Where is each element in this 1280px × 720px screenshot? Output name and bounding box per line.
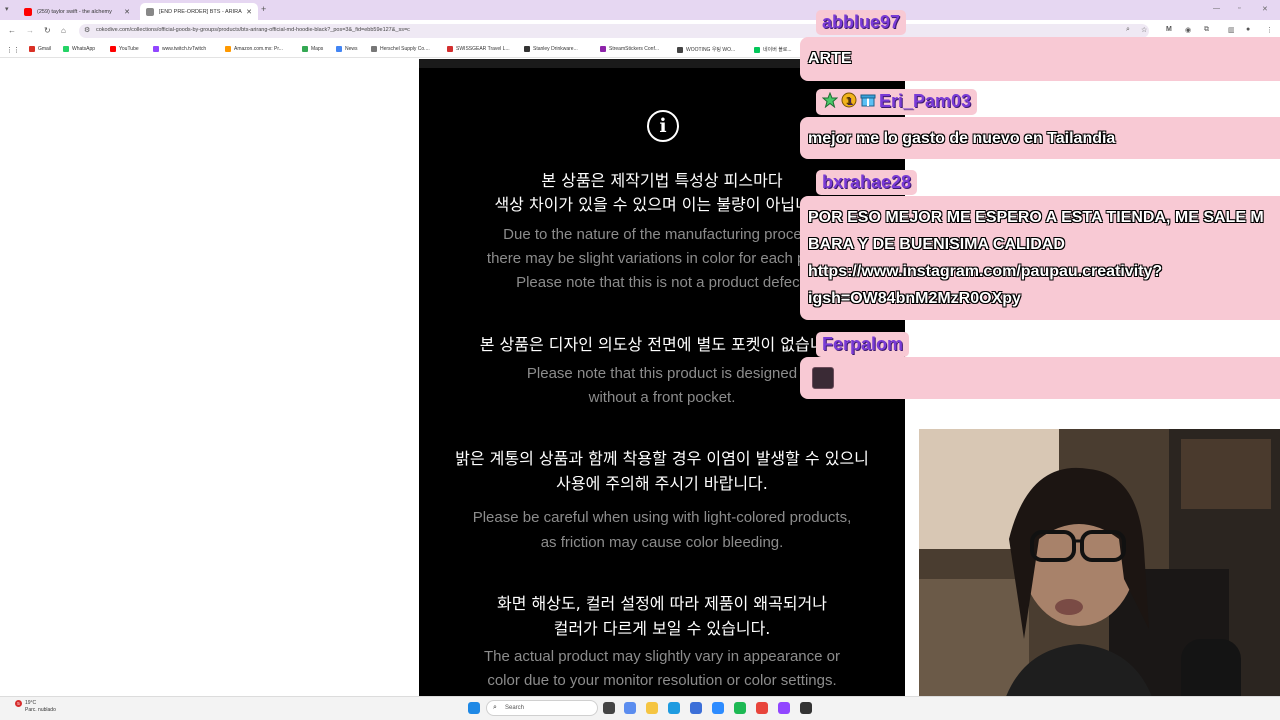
chat-message-text: POR ESO MEJOR ME ESPERO A ESTA TIENDA, M… [808,209,1264,226]
bookmark-herschel[interactable]: Herschel Supply Co.... [371,46,430,52]
taskbar-search-input[interactable]: ⌕ Search [486,700,598,716]
notice-ko-4a: 화면 해상도, 컬러 설정에 따라 제품이 왜곡되거나 [496,594,827,613]
bits-badge-icon: 1 [841,92,857,113]
spotify-icon[interactable] [734,702,746,714]
notice-en-3b: as friction may cause color bleeding. [540,534,784,551]
bookmark-naver-blog[interactable]: 네이버 블로... [754,46,792,53]
chat-username: Eri_Pam03 [879,91,972,111]
file-explorer-icon[interactable] [646,702,658,714]
screen: ▾ (259) taylor swift - the alchemy ✕ [EN… [0,0,1280,720]
chat-message [800,357,1280,399]
store-icon[interactable] [690,702,702,714]
chat-message: ARTE [800,37,1280,81]
chat-username: bxrahae28 [816,170,918,195]
chat-message: mejor me lo gasto de nuevo en Tailandia [800,117,1280,159]
apps-grid-icon[interactable]: ⋮⋮ [6,46,20,54]
chat-message-text: BARA Y DE BUENISIMA CALIDAD [808,236,1065,253]
windows-start-icon[interactable] [468,702,480,714]
stream-chat-overlay: ARTE abblue97 mejor me lo gasto de nuevo… [800,0,1280,410]
weather-widget[interactable]: 19°C Parc. nublado [25,700,56,714]
notice-ko-4b: 컬러가 다르게 보일 수 있습니다. [553,619,771,638]
bookmark-amazon[interactable]: Amazon.com.mx: Pr... [225,46,283,52]
tab-cokodive[interactable]: [END PRE-ORDER] BTS - ARIRANG ✕ [140,3,258,20]
chat-emote-icon [812,367,834,389]
notice-en-4b: color due to your monitor resolution or … [487,672,837,689]
bookmark-gmail[interactable]: Gmail [29,46,51,52]
weather-badge: 5 [15,700,22,707]
sub-badge-icon [821,91,839,113]
bookmark-news[interactable]: News [336,46,358,52]
tab-youtube[interactable]: (259) taylor swift - the alchemy ✕ [18,3,136,20]
gift-badge-icon [860,92,876,113]
notice-ko-3b: 사용에 주의해 주시기 바랍니다. [556,474,768,493]
bookmark-swissgear[interactable]: SWISSGEAR Travel L... [447,46,510,52]
bookmark-twitch[interactable]: www.twitch.tvTwitch [153,46,206,52]
chat-username: abblue97 [816,10,907,35]
weather-desc: Parc. nublado [25,707,56,713]
bookmark-youtube[interactable]: YouTube [110,46,139,52]
site-info-icon[interactable]: ⚙ [84,26,90,34]
close-tab-icon[interactable]: ✕ [124,8,130,16]
chat-message-link[interactable]: https://www.instagram.com/paupau.creativ… [808,258,1162,285]
bookmark-streamstickers[interactable]: StreamStickers Conf... [600,46,659,52]
app-icon[interactable] [800,702,812,714]
copilot-icon[interactable] [624,702,636,714]
zoom-app-icon[interactable] [712,702,724,714]
edge-icon[interactable] [668,702,680,714]
forward-icon[interactable]: → [26,26,34,35]
webcam-feed [919,429,1280,720]
url-text[interactable]: cokodive.com/collections/official-goods-… [96,27,410,33]
chat-username-row: 1 Eri_Pam03 [816,89,978,115]
close-tab-icon[interactable]: ✕ [246,8,252,16]
back-icon[interactable]: ← [8,26,16,35]
bookmark-maps[interactable]: Maps [302,46,323,52]
tab-title: (259) taylor swift - the alchemy [37,8,112,15]
new-tab-button[interactable]: + [261,4,266,14]
chrome-icon[interactable] [756,702,768,714]
chat-message-link[interactable]: igsh=OW84bnM2MzR0OXpy [808,285,1021,312]
cokodive-favicon-icon [146,7,154,16]
tab-menu-icon[interactable]: ▾ [5,5,9,13]
notice-en-4a: The actual product may slightly vary in … [483,648,840,665]
task-view-icon[interactable] [603,702,615,714]
search-placeholder: Search [505,705,525,711]
webcam-image [919,429,1280,720]
weather-temp: 19°C [25,700,37,706]
bookmark-wooting[interactable]: WOOTING 우팅 WO... [677,46,735,53]
chat-message-text: ARTE [808,50,852,67]
reload-icon[interactable]: ↻ [44,26,51,35]
bookmark-whatsapp[interactable]: WhatsApp [63,46,95,52]
chat-message-text: mejor me lo gasto de nuevo en Tailandia [808,130,1116,147]
notice-ko-3a: 밝은 계통의 상품과 함께 착용할 경우 이염이 발생할 수 있으니 [455,449,869,468]
search-icon: ⌕ [493,704,497,711]
windows-taskbar [0,696,1280,720]
obs-icon[interactable] [778,702,790,714]
chat-message: POR ESO MEJOR ME ESPERO A ESTA TIENDA, M… [800,196,1280,320]
home-icon[interactable]: ⌂ [61,26,66,35]
notice-en-3a: Please be careful when using with light-… [472,509,852,526]
info-icon: i [647,110,679,142]
svg-text:1: 1 [846,96,853,107]
chat-username: Ferpalom [816,332,910,357]
tab-title: [END PRE-ORDER] BTS - ARIRANG [159,8,243,15]
youtube-favicon-icon [24,7,32,16]
bookmark-stanley[interactable]: Stanley Drinkware... [524,46,578,52]
